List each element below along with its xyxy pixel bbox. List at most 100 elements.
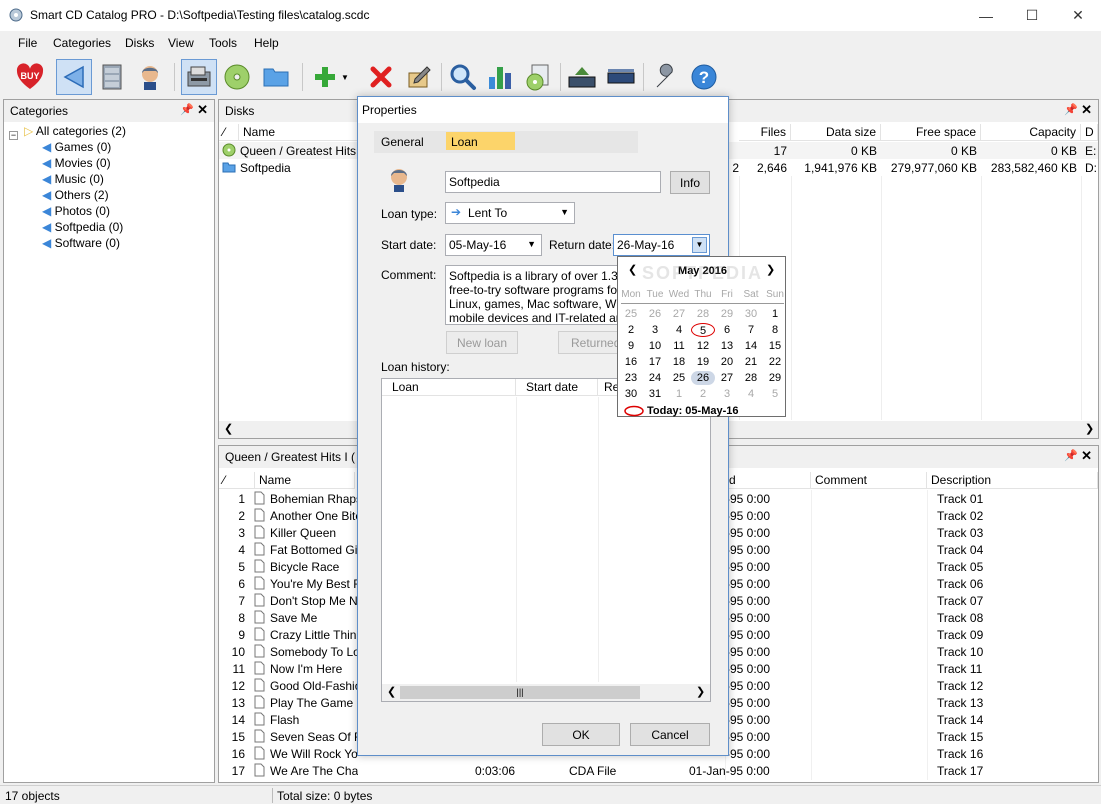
calendar-day[interactable]: 2 xyxy=(691,387,715,401)
new-loan-button[interactable]: New loan xyxy=(446,331,518,354)
scroll-right-icon[interactable]: ❯ xyxy=(696,685,705,698)
calendar-day[interactable]: 7 xyxy=(739,323,763,337)
close-icon[interactable]: ✕ xyxy=(1081,102,1092,118)
maximize-button[interactable]: ☐ xyxy=(1009,0,1055,31)
col-comment[interactable]: Comment xyxy=(811,472,927,489)
menu-categories[interactable]: Categories xyxy=(53,36,111,50)
calendar-day[interactable]: 16 xyxy=(619,355,643,369)
eject-button[interactable] xyxy=(564,59,600,95)
close-icon[interactable]: ✕ xyxy=(1081,448,1092,464)
col-name[interactable]: Name xyxy=(239,124,359,141)
calendar-day[interactable]: 20 xyxy=(715,355,739,369)
tree-expand-icon[interactable]: − xyxy=(9,127,18,141)
calendar-day[interactable]: 25 xyxy=(619,307,643,321)
start-date-picker[interactable]: 05-May-16 ▼ xyxy=(445,234,542,256)
calendar-day[interactable]: 12 xyxy=(691,339,715,353)
loan-type-select[interactable]: ➔ Lent To ▼ xyxy=(445,202,575,224)
add-button[interactable]: ▼ xyxy=(307,59,355,95)
report-button[interactable] xyxy=(520,59,556,95)
calendar-day[interactable]: 22 xyxy=(763,355,787,369)
category-item[interactable]: ◀ Games (0) xyxy=(42,140,111,154)
menu-view[interactable]: View xyxy=(168,36,194,50)
calendar-day[interactable]: 6 xyxy=(715,323,739,337)
calendar-day[interactable]: 29 xyxy=(763,371,787,385)
col-loan[interactable]: Loan xyxy=(382,379,516,396)
calendar-day[interactable]: 30 xyxy=(619,387,643,401)
calendar-day[interactable]: 24 xyxy=(643,371,667,385)
calendar-day[interactable]: 10 xyxy=(643,339,667,353)
calendar-day[interactable]: 23 xyxy=(619,371,643,385)
help-button[interactable]: ? xyxy=(686,59,722,95)
return-date-picker[interactable]: 26-May-16 ▼ xyxy=(613,234,710,256)
col-date[interactable]: d xyxy=(725,472,811,489)
add-folder-button[interactable] xyxy=(258,59,294,95)
returned-button[interactable]: Returned xyxy=(558,331,620,354)
calendar-day[interactable]: 27 xyxy=(715,371,739,385)
calendar-day[interactable]: 3 xyxy=(715,387,739,401)
minimize-button[interactable]: — xyxy=(963,0,1009,31)
search-button[interactable] xyxy=(445,59,481,95)
category-item[interactable]: ◀ Movies (0) xyxy=(42,156,111,170)
calendar-day[interactable]: 9 xyxy=(619,339,643,353)
scan-disk-button[interactable] xyxy=(181,59,217,95)
calendar-day[interactable]: 28 xyxy=(739,371,763,385)
calendar-day[interactable]: 3 xyxy=(643,323,667,337)
col-files[interactable]: Files xyxy=(739,124,791,141)
tab-loan[interactable]: Loan xyxy=(446,132,515,150)
col-free-space[interactable]: Free space xyxy=(881,124,981,141)
calendar-day[interactable]: 18 xyxy=(667,355,691,369)
pin-icon[interactable]: 📌 xyxy=(1064,103,1078,116)
calendar-day[interactable]: 11 xyxy=(667,339,691,353)
comment-textarea[interactable]: Softpedia is a library of over 1.300.0 f… xyxy=(445,265,625,325)
calendar-day[interactable]: 4 xyxy=(739,387,763,401)
calendar-day[interactable]: 31 xyxy=(643,387,667,401)
calendar-day[interactable]: 17 xyxy=(643,355,667,369)
ok-button[interactable]: OK xyxy=(542,723,620,746)
settings-button[interactable] xyxy=(647,59,683,95)
calendar-day[interactable]: 25 xyxy=(667,371,691,385)
info-button[interactable]: Info xyxy=(670,171,710,194)
calendar-day[interactable]: 30 xyxy=(739,307,763,321)
calendar-day[interactable]: 28 xyxy=(691,307,715,321)
calendar-day[interactable]: 29 xyxy=(715,307,739,321)
today-link[interactable]: Today: 05-May-16 xyxy=(647,405,739,417)
col-data-size[interactable]: Data size xyxy=(791,124,881,141)
calendar-day[interactable]: 14 xyxy=(739,339,763,353)
col-name[interactable]: Name xyxy=(255,472,355,489)
tab-general[interactable]: General xyxy=(381,135,424,149)
sort-icon[interactable]: ⁄ xyxy=(219,472,255,489)
scroll-right-icon[interactable]: ❯ xyxy=(1085,422,1094,435)
category-item[interactable]: ◀ Software (0) xyxy=(42,236,120,250)
tree-root[interactable]: ▷ All categories (2) xyxy=(24,124,126,138)
scroll-left-icon[interactable]: ❮ xyxy=(224,422,233,435)
close-tray-button[interactable] xyxy=(603,59,639,95)
pin-icon[interactable]: 📌 xyxy=(180,103,194,116)
history-hscrollbar[interactable]: ❮ ||| ❯ xyxy=(382,684,710,701)
close-icon[interactable]: ✕ xyxy=(197,102,208,118)
scroll-left-icon[interactable]: ❮ xyxy=(387,685,396,698)
cancel-button[interactable]: Cancel xyxy=(630,723,710,746)
category-item[interactable]: ◀ Photos (0) xyxy=(42,204,110,218)
category-item[interactable]: ◀ Others (2) xyxy=(42,188,109,202)
edit-button[interactable] xyxy=(401,59,437,95)
categories-toggle-button[interactable] xyxy=(56,59,92,95)
calendar-day[interactable]: 21 xyxy=(739,355,763,369)
calendar-day-today[interactable]: 5 xyxy=(691,323,715,337)
category-item[interactable]: ◀ Music (0) xyxy=(42,172,104,186)
buy-button[interactable]: BUY xyxy=(12,59,48,95)
calendar-day-selected[interactable]: 26 xyxy=(691,371,715,385)
scroll-thumb[interactable]: ||| xyxy=(400,686,640,699)
statistics-button[interactable] xyxy=(482,59,518,95)
category-item[interactable]: ◀ Softpedia (0) xyxy=(42,220,123,234)
calendar-day[interactable]: 26 xyxy=(643,307,667,321)
calendar-day[interactable]: 27 xyxy=(667,307,691,321)
pin-icon[interactable]: 📌 xyxy=(1064,449,1078,462)
close-button[interactable]: ✕ xyxy=(1055,0,1101,31)
add-cd-button[interactable] xyxy=(219,59,255,95)
calendar-day[interactable]: 13 xyxy=(715,339,739,353)
table-row[interactable]: 17 We Are The Champions 0:03:06 CDA File 01-… xyxy=(219,762,1098,779)
menu-tools[interactable]: Tools xyxy=(209,36,237,50)
col-start-date[interactable]: Start date xyxy=(516,379,598,396)
person-field[interactable]: Softpedia xyxy=(445,171,661,193)
disks-view-button[interactable] xyxy=(94,59,130,95)
